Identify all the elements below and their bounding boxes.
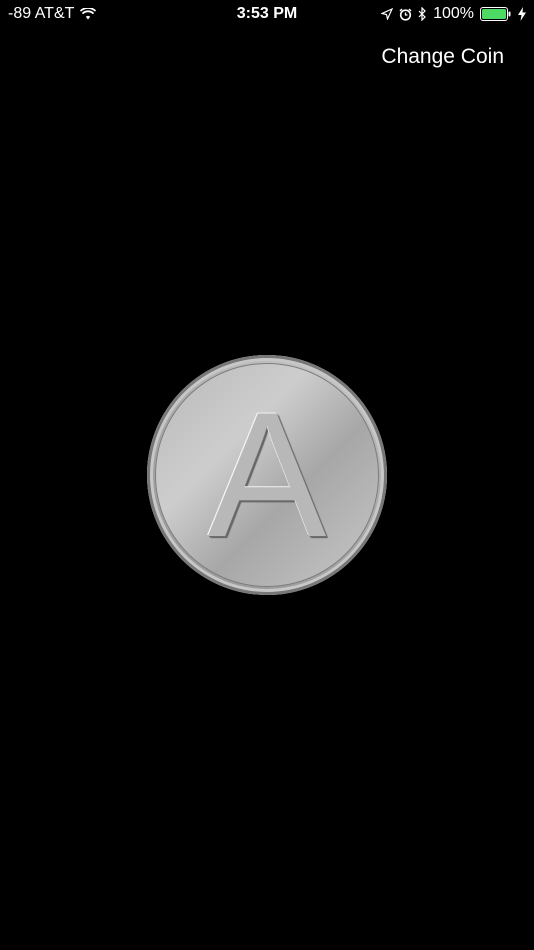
battery-percent: 100%: [433, 5, 474, 22]
coin-letter: A: [207, 375, 327, 574]
bluetooth-icon: [418, 7, 427, 21]
change-coin-button[interactable]: Change Coin: [381, 45, 504, 69]
status-bar: -89 AT&T 3:53 PM 100%: [0, 0, 534, 28]
location-icon: [381, 8, 394, 20]
alarm-icon: [399, 7, 412, 21]
battery-icon: [480, 7, 512, 21]
charging-icon: [518, 7, 526, 21]
status-right: 100%: [381, 5, 526, 23]
coin[interactable]: A: [147, 355, 387, 595]
